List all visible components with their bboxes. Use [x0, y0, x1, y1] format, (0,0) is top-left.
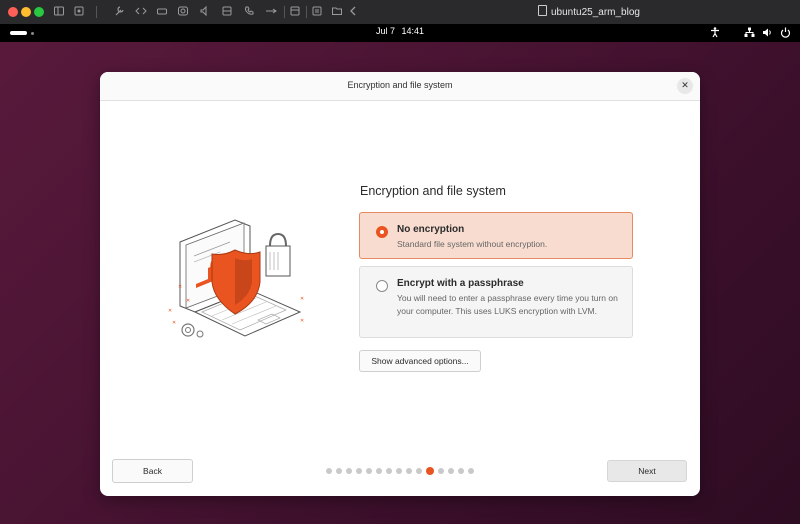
- svg-text:✕: ✕: [178, 284, 182, 290]
- svg-text:✕: ✕: [300, 296, 304, 302]
- back-icon[interactable]: [346, 5, 360, 19]
- option-description: Standard file system without encryption.: [397, 239, 548, 249]
- progress-dot: [376, 468, 382, 474]
- zoom-window-button[interactable]: [34, 7, 44, 17]
- close-button[interactable]: ✕: [677, 78, 693, 94]
- radio-unselected[interactable]: [376, 280, 388, 292]
- ubuntu-topbar: Jul 7 14:41: [0, 24, 800, 42]
- radio-selected[interactable]: [376, 226, 388, 238]
- page-heading: Encryption and file system: [360, 184, 506, 198]
- dialog-header: Encryption and file system ✕: [100, 72, 700, 101]
- clock-date: Jul 7: [375, 26, 395, 36]
- svg-text:✕: ✕: [172, 320, 176, 326]
- progress-dots: [324, 467, 484, 477]
- settings-icon[interactable]: [72, 5, 86, 19]
- window-title: ubuntu25_arm_blog: [538, 5, 640, 18]
- option-no-encryption[interactable]: No encryption Standard file system witho…: [359, 212, 633, 259]
- progress-dot: [448, 468, 454, 474]
- power-icon[interactable]: [780, 27, 791, 42]
- progress-dot: [416, 468, 422, 474]
- clock-time: 14:41: [401, 26, 425, 36]
- speaker-icon[interactable]: [198, 5, 212, 19]
- option-encrypt-passphrase[interactable]: Encrypt with a passphrase You will need …: [359, 266, 633, 338]
- folder-icon[interactable]: [330, 5, 344, 19]
- sidebar-icon[interactable]: [52, 5, 66, 19]
- svg-text:✕: ✕: [168, 308, 172, 314]
- progress-dot: [468, 468, 474, 474]
- progress-dot: [366, 468, 372, 474]
- minimize-window-button[interactable]: [21, 7, 31, 17]
- close-window-button[interactable]: [8, 7, 18, 17]
- progress-dot: [326, 468, 332, 474]
- option-description: You will need to enter a passphrase ever…: [397, 293, 618, 316]
- progress-dot: [356, 468, 362, 474]
- storage-icon[interactable]: [220, 5, 234, 19]
- clock[interactable]: Jul 7 14:41: [0, 26, 800, 36]
- progress-dot: [438, 468, 444, 474]
- volume-icon[interactable]: [762, 27, 773, 42]
- progress-dot: [386, 468, 392, 474]
- progress-dot: [458, 468, 464, 474]
- code-icon[interactable]: [134, 5, 148, 19]
- show-advanced-options-button[interactable]: Show advanced options...: [359, 350, 481, 372]
- progress-dot: [406, 468, 412, 474]
- close-icon: ✕: [681, 81, 689, 91]
- network-icon[interactable]: [744, 27, 755, 42]
- accessibility-icon[interactable]: [710, 27, 720, 42]
- option-title: No encryption: [397, 224, 465, 235]
- progress-dot: [396, 468, 402, 474]
- progress-dot-current: [426, 467, 434, 475]
- wrench-icon[interactable]: [112, 5, 126, 19]
- storage-icon-2[interactable]: [288, 5, 302, 19]
- progress-dot: [336, 468, 342, 474]
- camera-icon[interactable]: [176, 5, 190, 19]
- host-titlebar: ubuntu25_arm_blog: [0, 0, 800, 25]
- next-button[interactable]: Next: [607, 460, 687, 482]
- encryption-illustration: ✕ ✕ ✕ ✕ ✕ ✕: [160, 212, 310, 352]
- phone-icon[interactable]: [242, 5, 256, 19]
- installer-dialog: Encryption and file system ✕ ✕ ✕ ✕ ✕ ✕ ✕…: [100, 72, 700, 496]
- usb-icon[interactable]: [264, 5, 278, 19]
- svg-text:✕: ✕: [300, 318, 304, 324]
- printer-icon[interactable]: [310, 5, 324, 19]
- option-title: Encrypt with a passphrase: [397, 278, 524, 289]
- document-icon: [538, 5, 547, 16]
- back-button[interactable]: Back: [112, 459, 193, 483]
- dialog-title: Encryption and file system: [347, 80, 453, 90]
- drive-icon[interactable]: [155, 5, 169, 19]
- progress-dot: [346, 468, 352, 474]
- svg-text:✕: ✕: [186, 298, 190, 304]
